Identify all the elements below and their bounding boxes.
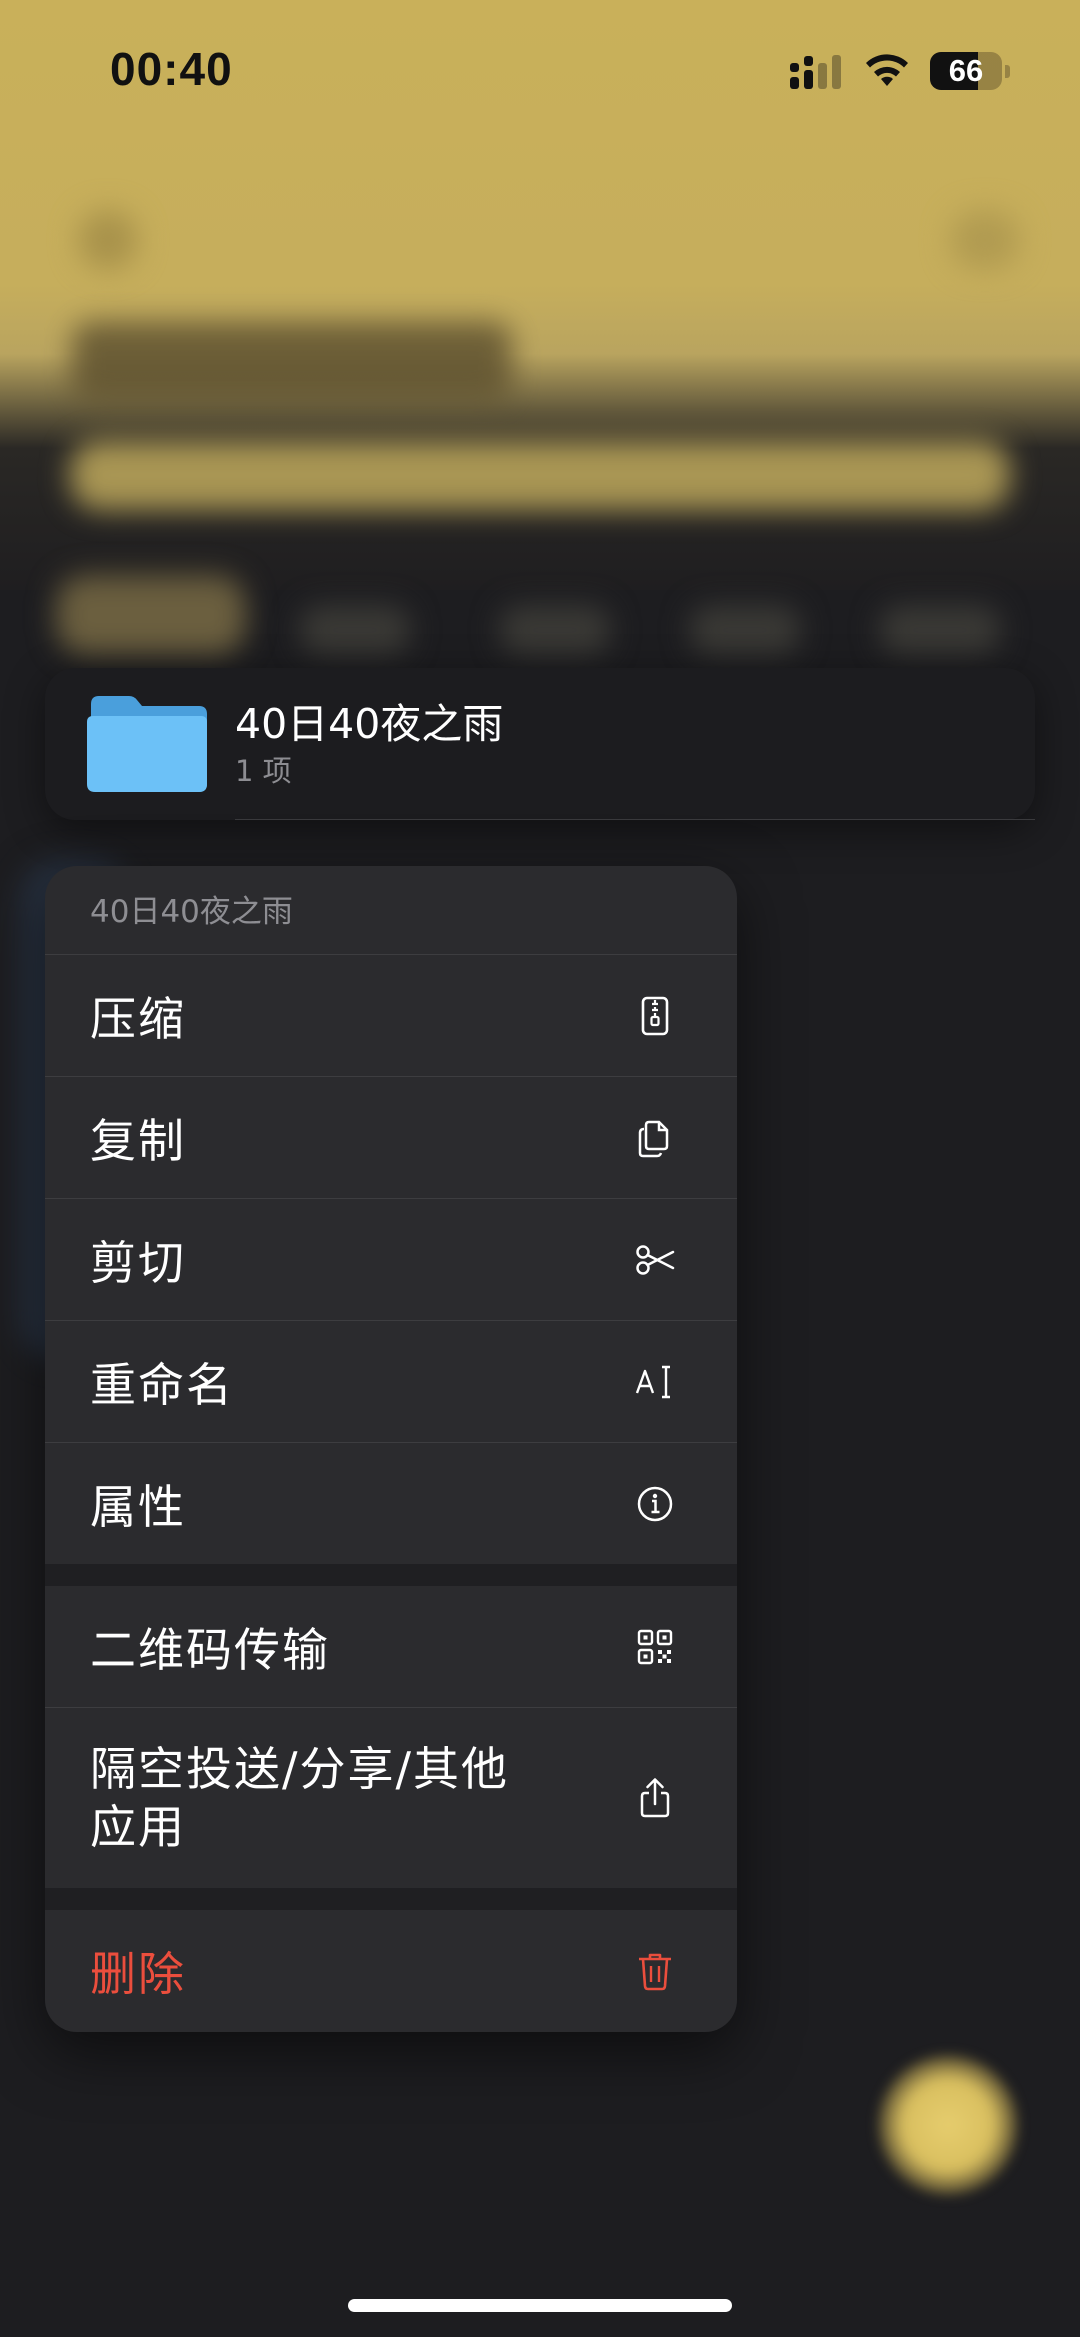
blurred-floating-action-button: [878, 2055, 1018, 2195]
menu-item-label: 删除: [90, 1946, 186, 2001]
blurred-filter-chip: [690, 605, 800, 655]
qr-code-icon: [637, 1629, 673, 1664]
folder-name: 40日40夜之雨: [235, 700, 504, 748]
info-icon: [637, 1486, 673, 1521]
menu-item-properties[interactable]: 属性: [45, 1443, 737, 1564]
blurred-back-button: [78, 210, 138, 270]
menu-item-label: 复制: [90, 1113, 186, 1168]
folder-preview-card: 40日40夜之雨 1 项: [45, 668, 1035, 820]
copy-icon: [638, 1120, 669, 1157]
divider: [235, 819, 1035, 820]
context-menu-title: 40日40夜之雨: [45, 866, 737, 955]
menu-item-label: 二维码传输: [90, 1622, 330, 1677]
menu-item-label: 隔空投送/分享/其他应用: [90, 1742, 509, 1854]
context-menu: 40日40夜之雨 压缩 复制 剪切 重命名 属性 二维码传输 隔空投送/分享/其…: [45, 866, 737, 2032]
menu-item-label: 重命名: [90, 1357, 234, 1412]
blurred-more-button: [950, 210, 1020, 270]
menu-item-label: 属性: [90, 1479, 186, 1534]
home-indicator[interactable]: [348, 2299, 732, 2312]
menu-group-separator: [45, 1564, 737, 1586]
battery-icon: 66: [930, 52, 1012, 92]
menu-item-qr-transfer[interactable]: 二维码传输: [45, 1586, 737, 1708]
blurred-filter-chip: [56, 575, 246, 655]
menu-item-label: 压缩: [90, 991, 186, 1046]
menu-item-airdrop-share[interactable]: 隔空投送/分享/其他应用: [45, 1708, 737, 1888]
battery-percentage: 66: [948, 53, 984, 88]
zip-archive-icon: [641, 996, 669, 1035]
blurred-filter-chip: [880, 605, 1000, 655]
wifi-icon: [866, 54, 908, 86]
menu-item-rename[interactable]: 重命名: [45, 1321, 737, 1443]
menu-item-compress[interactable]: 压缩: [45, 955, 737, 1077]
folder-icon: [87, 696, 207, 792]
scissors-icon: [636, 1244, 675, 1275]
blurred-search-bar: [70, 440, 1010, 510]
menu-item-copy[interactable]: 复制: [45, 1077, 737, 1199]
cellular-signal-icon: [790, 55, 841, 89]
blurred-filter-chip: [300, 605, 410, 655]
blurred-page-title: [72, 322, 512, 402]
menu-group-separator: [45, 1888, 737, 1910]
folder-item-count: 1 项: [235, 754, 292, 788]
menu-item-cut[interactable]: 剪切: [45, 1199, 737, 1321]
blurred-filter-chip: [500, 605, 610, 655]
menu-item-label: 剪切: [90, 1235, 186, 1290]
status-time: 00:40: [110, 43, 233, 95]
rename-icon: [635, 1365, 670, 1398]
trash-icon: [639, 1953, 671, 1990]
share-icon: [640, 1778, 670, 1818]
menu-item-delete[interactable]: 删除: [45, 1910, 737, 2031]
